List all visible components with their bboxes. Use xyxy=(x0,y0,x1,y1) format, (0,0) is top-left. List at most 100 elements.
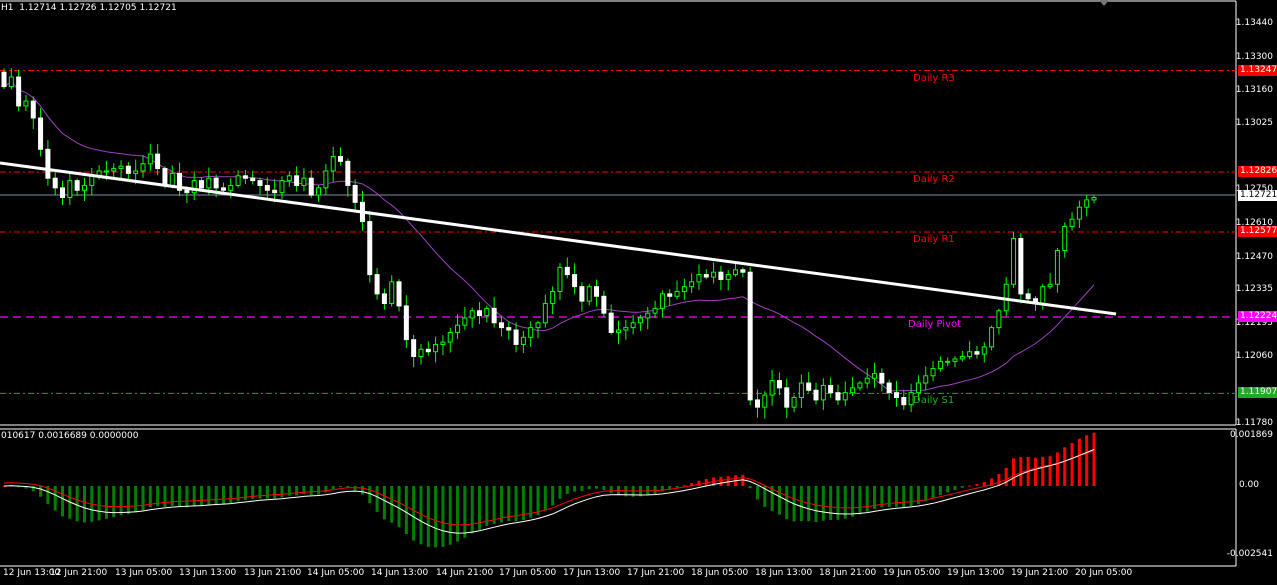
candle-body xyxy=(235,175,241,186)
histogram-bar xyxy=(1004,467,1008,486)
histogram-bar xyxy=(434,486,438,548)
candle-body xyxy=(842,392,848,401)
candle-body xyxy=(872,372,878,379)
candle-body xyxy=(901,396,907,406)
candle-body xyxy=(513,329,519,345)
histogram-bar xyxy=(339,486,343,488)
time-axis-label: 20 Jun 05:00 xyxy=(1075,568,1133,578)
candle-body xyxy=(645,312,651,319)
candle-body xyxy=(623,327,629,331)
histogram-bar xyxy=(134,486,138,513)
histogram-bar xyxy=(1070,442,1074,486)
candle-body xyxy=(111,168,117,172)
histogram-bar xyxy=(243,486,247,500)
candle-body xyxy=(411,339,417,358)
histogram-bar xyxy=(894,486,898,507)
candle-body xyxy=(425,348,431,353)
histogram-bar xyxy=(441,486,445,547)
candle-body xyxy=(45,148,51,179)
histogram-bar xyxy=(397,486,401,528)
price-scale-label: 1.13440 xyxy=(1235,18,1273,28)
histogram-bar xyxy=(1048,456,1052,486)
candle-body xyxy=(89,175,95,186)
histogram-bar xyxy=(675,486,679,488)
candle-body xyxy=(30,100,36,119)
histogram-bar xyxy=(309,486,313,495)
chart-shift-marker-icon[interactable] xyxy=(1099,0,1109,6)
candle-body xyxy=(169,172,175,186)
candle-body xyxy=(674,290,680,297)
histogram-bar xyxy=(221,486,225,505)
histogram-bar xyxy=(777,486,781,515)
current-price-badge: 1.12721 xyxy=(1238,190,1277,201)
histogram-bar xyxy=(178,486,182,507)
histogram-bar xyxy=(799,486,803,522)
histogram-bar xyxy=(1019,457,1023,486)
histogram-bar xyxy=(75,486,79,522)
candle-body xyxy=(747,271,753,401)
candle-body xyxy=(791,396,797,408)
candle-body xyxy=(835,392,841,401)
candle-body xyxy=(879,372,885,384)
candle-body xyxy=(806,382,812,391)
histogram-bar xyxy=(317,486,321,495)
candle-body xyxy=(67,180,73,198)
chart-canvas[interactable] xyxy=(0,0,1277,585)
histogram-bar xyxy=(909,486,913,507)
histogram-bar xyxy=(1012,458,1016,486)
candle-body xyxy=(820,384,826,401)
histogram-bar xyxy=(353,486,357,491)
candle-body xyxy=(813,389,819,401)
candle-body xyxy=(38,117,44,150)
candle-body xyxy=(1076,206,1082,220)
candle-body xyxy=(550,290,556,305)
time-axis-label: 17 Jun 21:00 xyxy=(627,568,685,578)
histogram-bar xyxy=(946,486,950,493)
histogram-bar xyxy=(602,486,606,491)
candle-body xyxy=(118,165,124,170)
histogram-bar xyxy=(814,486,818,523)
candle-body xyxy=(828,384,834,394)
histogram-bar xyxy=(938,486,942,496)
histogram-bar xyxy=(492,486,496,524)
time-axis-label: 14 Jun 21:00 xyxy=(436,568,494,578)
time-axis-label: 13 Jun 21:00 xyxy=(244,568,302,578)
time-axis-label: 12 Jun 21:00 xyxy=(50,568,108,578)
candle-body xyxy=(923,375,929,384)
histogram-bar xyxy=(953,486,957,491)
candle-body xyxy=(659,293,665,309)
histogram-bar xyxy=(543,486,547,511)
candle-body xyxy=(403,305,409,341)
time-axis-label: 18 Jun 21:00 xyxy=(819,568,877,578)
candle-body xyxy=(1047,283,1053,288)
time-axis-label: 19 Jun 13:00 xyxy=(947,568,1005,578)
histogram-bar xyxy=(200,486,204,507)
histogram-bar xyxy=(682,485,686,487)
price-scale-label: 1.13160 xyxy=(1235,85,1273,96)
histogram-bar xyxy=(163,486,167,507)
histogram-bar xyxy=(565,486,569,495)
candle-body xyxy=(667,293,673,297)
candle-body xyxy=(469,310,475,319)
candle-body xyxy=(615,329,621,333)
histogram-bar xyxy=(214,486,218,505)
histogram-bar xyxy=(609,486,613,494)
ohlc-values: 1.12714 1.12726 1.12705 1.12721 xyxy=(19,3,177,13)
candle-body xyxy=(60,187,66,198)
histogram-bar xyxy=(1041,456,1045,486)
histogram-bar xyxy=(573,486,577,492)
histogram-bar xyxy=(660,486,664,492)
histogram-bar xyxy=(697,480,701,486)
candle-body xyxy=(250,177,256,182)
time-axis-label: 18 Jun 05:00 xyxy=(691,568,749,578)
histogram-bar xyxy=(836,486,840,520)
candle-body xyxy=(1062,225,1068,252)
candle-body xyxy=(155,153,161,170)
candle-body xyxy=(696,274,702,283)
histogram-bar xyxy=(755,486,759,500)
time-axis-label: 17 Jun 05:00 xyxy=(499,568,557,578)
histogram-bar xyxy=(960,486,964,488)
candle-body xyxy=(981,346,987,355)
histogram-bar xyxy=(463,486,467,538)
histogram-bar xyxy=(273,486,277,499)
